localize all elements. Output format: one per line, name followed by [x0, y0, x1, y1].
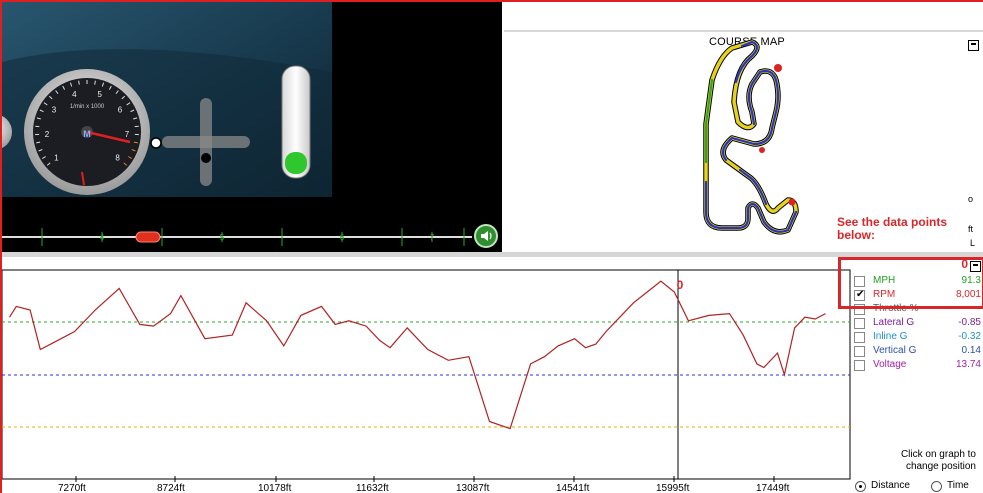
x-tick-label: 17449ft — [756, 483, 790, 493]
tach-number: 8 — [115, 154, 120, 163]
channel-name: Voltage — [873, 359, 907, 370]
tach-tick — [94, 80, 96, 85]
annotation-callout: See the data points below: — [837, 215, 948, 242]
maximize-icon[interactable] — [968, 40, 979, 51]
highlight-box — [838, 257, 983, 309]
channel-row-vertical-g[interactable]: Vertical G 0.14 — [852, 345, 983, 359]
x-tick-label: 11632ft — [356, 483, 389, 493]
timeline-label: 4 — [100, 233, 105, 242]
channel-row-lateral-g[interactable]: Lateral G -0.85 — [852, 317, 983, 331]
cursor-marker: 0 — [677, 278, 684, 292]
tach-unit-label: 1/min x 1000 — [70, 104, 105, 110]
channel-checkbox[interactable] — [854, 360, 865, 371]
channel-row-voltage[interactable]: Voltage 13.74 — [852, 359, 983, 373]
channel-value: 0.14 — [961, 345, 981, 356]
tach-tick — [78, 80, 80, 85]
distance-label: Distance — [871, 480, 910, 491]
timeline-label: 6 — [340, 233, 345, 242]
x-tick-label: 7270ft — [58, 483, 86, 493]
channel-name: Lateral G — [873, 317, 915, 328]
channel-checkbox[interactable] — [854, 332, 865, 343]
top-blank-strip — [504, 2, 983, 30]
tach-number: 3 — [52, 106, 57, 115]
channel-value: -0.85 — [958, 317, 981, 328]
channel-value: -0.32 — [958, 331, 981, 342]
timeline-scrubber[interactable] — [135, 231, 161, 243]
map-side-label-l: L — [970, 238, 976, 248]
tach-number: 4 — [72, 90, 77, 99]
channel-checkbox[interactable] — [854, 346, 865, 357]
course-map-panel[interactable]: COURSE MAP o ft L See the data points be… — [504, 30, 983, 252]
brand-logo: M — [83, 129, 91, 139]
channel-checkbox[interactable] — [854, 318, 865, 329]
distance-radio[interactable] — [855, 481, 866, 492]
axis-mode-selector: Distance Time — [855, 480, 983, 493]
map-side-label-ft: ft — [968, 224, 974, 234]
x-tick-label: 10178ft — [258, 483, 292, 493]
tach-number: 1 — [54, 154, 59, 163]
x-tick-label: 14541ft — [556, 483, 590, 493]
tach-number: 2 — [45, 130, 50, 139]
channel-row-inline-g[interactable]: Inline G -0.32 — [852, 331, 983, 345]
tach-number: 5 — [97, 90, 102, 99]
time-label: Time — [947, 480, 969, 491]
x-tick-label: 8724ft — [157, 483, 185, 493]
time-radio[interactable] — [931, 481, 942, 492]
speaker-icon[interactable] — [474, 224, 498, 248]
graph-hint: Click on graph to change position — [900, 449, 976, 472]
tach-number: 7 — [125, 130, 130, 139]
timeline-label: 7 — [430, 233, 435, 242]
throttle-gauge — [281, 65, 311, 179]
video-timeline[interactable]: 4 5 6 7 — [2, 224, 472, 250]
map-side-label-o: o — [968, 194, 974, 204]
tach-number: 6 — [118, 106, 123, 115]
course-map-track[interactable] — [692, 32, 812, 247]
channel-value: 13.74 — [955, 359, 981, 370]
data-graph[interactable]: 0 7270ft 8724ft 10178ft 11632ft 13087ft 14541… — [2, 257, 852, 493]
channel-name: Vertical G — [873, 345, 917, 356]
telemetry-window: 1 2 3 4 5 6 7 8 1/min x 1000 M 4 5 6 7 COURSE MAP … — [0, 0, 983, 493]
timeline-label: 5 — [220, 233, 225, 242]
x-tick-label: 13087ft — [456, 483, 490, 493]
channel-name: Inline G — [873, 331, 908, 342]
video-frame: 1 2 3 4 5 6 7 8 1/min x 1000 M — [2, 2, 502, 197]
rpm-graph-plot[interactable]: 0 — [2, 257, 852, 493]
x-tick-label: 15995ft — [656, 483, 690, 493]
video-panel[interactable]: 1 2 3 4 5 6 7 8 1/min x 1000 M 4 5 6 7 — [2, 2, 502, 252]
